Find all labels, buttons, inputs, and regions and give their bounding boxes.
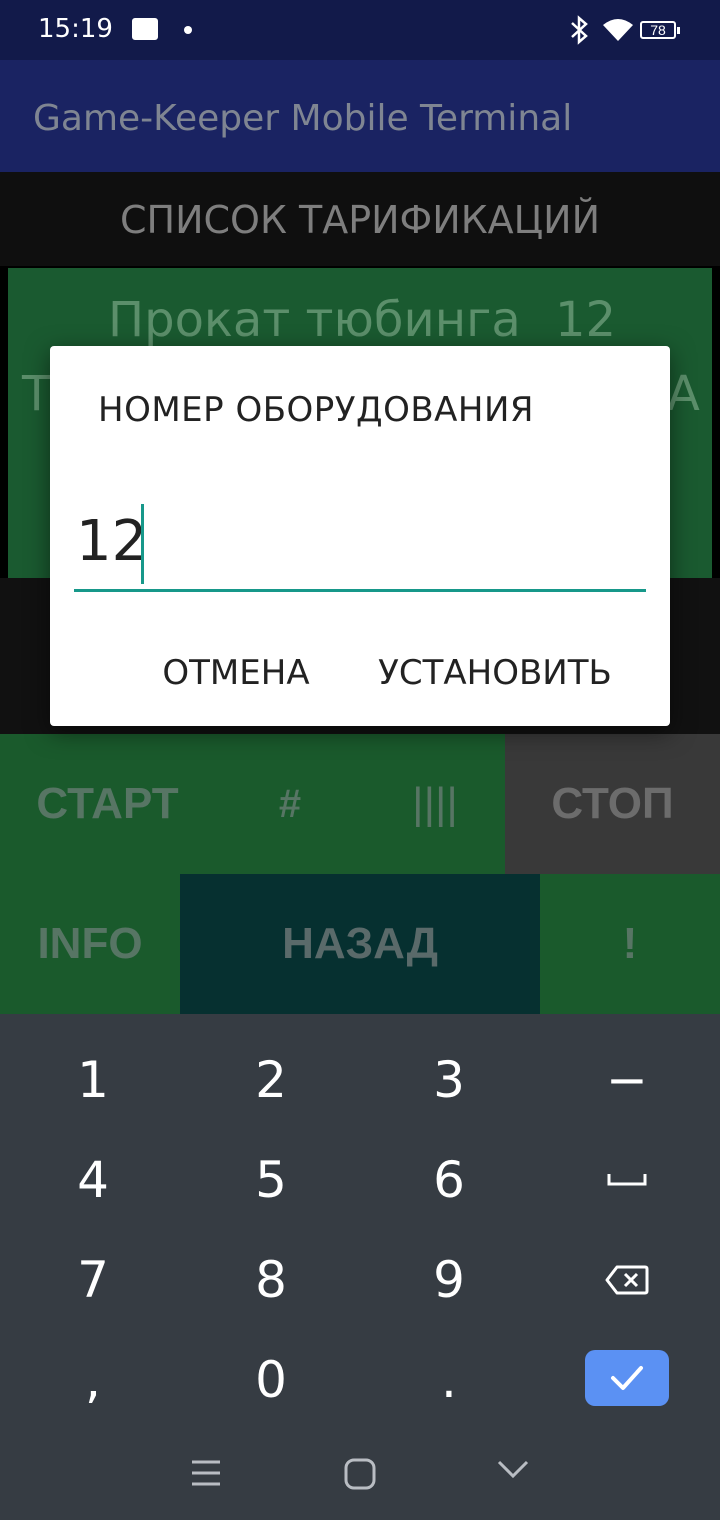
key-8[interactable]: 8 [181, 1230, 361, 1330]
text-cursor [141, 504, 144, 584]
key-2[interactable]: 2 [181, 1030, 361, 1130]
key-0[interactable]: 0 [181, 1330, 361, 1430]
space-key[interactable] [537, 1130, 717, 1230]
bluetooth-icon [571, 15, 588, 45]
key-5[interactable]: 5 [181, 1130, 361, 1230]
gallery-icon [132, 18, 158, 40]
key-minus[interactable]: − [537, 1030, 717, 1130]
dialog-title: НОМЕР ОБОРУДОВАНИЯ [98, 390, 535, 430]
info-button[interactable]: INFO [0, 874, 180, 1014]
set-button[interactable]: УСТАНОВИТЬ [360, 640, 630, 706]
tariff-list-title: СПИСОК ТАРИФИКАЦИЙ [119, 198, 601, 242]
key-6[interactable]: 6 [359, 1130, 539, 1230]
tariff-right-fragment: А [667, 366, 700, 422]
barcode-button[interactable]: |||| [365, 734, 505, 874]
key-period[interactable]: . [359, 1330, 539, 1430]
key-1[interactable]: 1 [3, 1030, 183, 1130]
battery-icon: 78 [640, 21, 680, 39]
alert-button[interactable]: ! [540, 874, 720, 1014]
status-time: 15:19 [38, 14, 113, 44]
key-3[interactable]: 3 [359, 1030, 539, 1130]
back-button[interactable]: НАЗАД [180, 874, 540, 1014]
menu-nav-icon[interactable] [190, 1458, 222, 1488]
hide-keyboard-nav-icon[interactable] [496, 1458, 530, 1482]
app-title: Game-Keeper Mobile Terminal [33, 98, 573, 139]
key-7[interactable]: 7 [3, 1230, 183, 1330]
stop-button[interactable]: СТОП [505, 734, 720, 874]
enter-key[interactable] [585, 1350, 669, 1406]
key-9[interactable]: 9 [359, 1230, 539, 1330]
start-button[interactable]: СТАРТ [0, 734, 215, 874]
tariff-name: Прокат тюбинга [108, 292, 521, 348]
cancel-button[interactable]: ОТМЕНА [148, 640, 324, 706]
equipment-number-input[interactable] [74, 494, 646, 592]
home-nav-icon[interactable] [343, 1457, 377, 1491]
notification-dot-icon [184, 26, 192, 34]
hash-button[interactable]: # [215, 734, 365, 874]
tariff-left-fragment: Т [22, 366, 52, 422]
space-icon [607, 1174, 647, 1186]
key-comma[interactable]: , [3, 1330, 183, 1430]
backspace-key[interactable] [537, 1230, 717, 1330]
wifi-icon [603, 19, 633, 41]
tariff-number: 12 [555, 292, 617, 348]
backspace-icon [605, 1265, 649, 1295]
key-4[interactable]: 4 [3, 1130, 183, 1230]
checkmark-icon [611, 1366, 643, 1390]
